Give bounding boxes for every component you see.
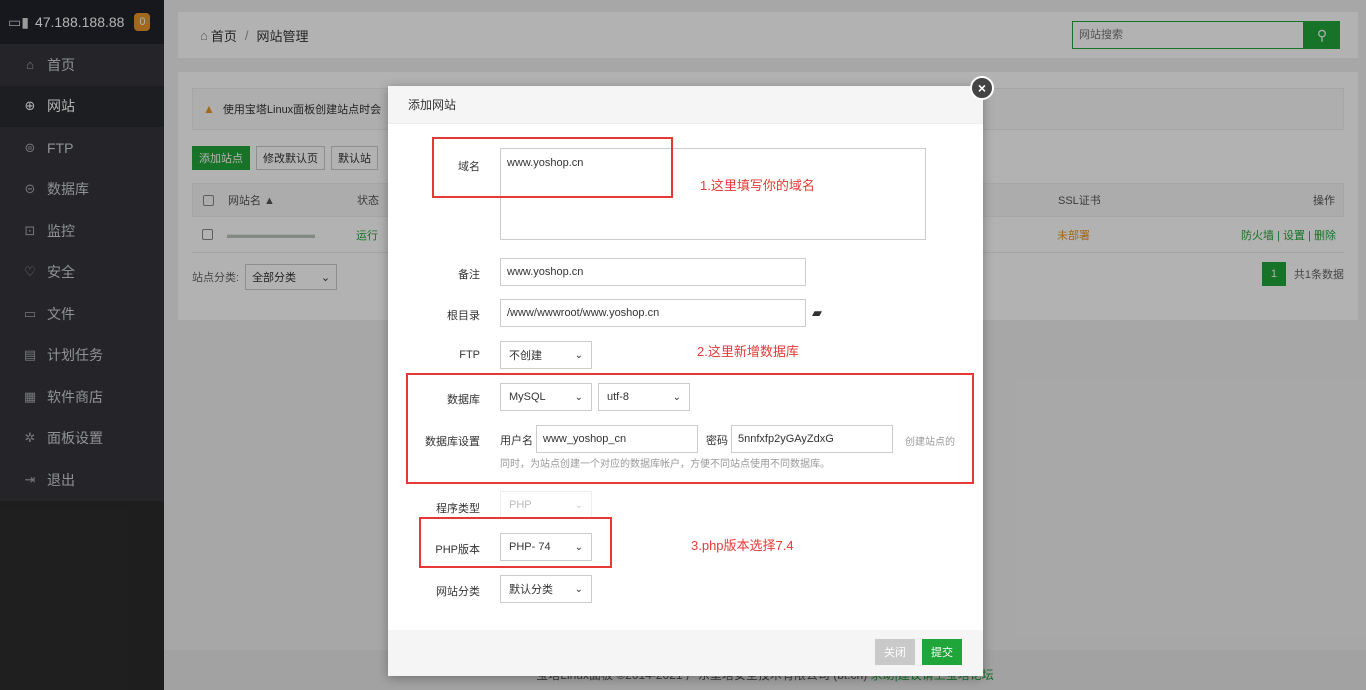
remark-input[interactable]: www.yoshop.cn — [500, 258, 806, 286]
chevron-down-icon: ⌄ — [574, 349, 583, 361]
annotation-box-php — [419, 517, 612, 568]
root-dir-label: 根目录 — [447, 310, 480, 322]
chevron-down-icon: ⌄ — [574, 499, 583, 511]
folder-open-icon[interactable]: ▰ — [812, 305, 822, 321]
site-category-label: 网站分类 — [436, 586, 480, 598]
chevron-down-icon: ⌄ — [574, 583, 583, 595]
annotation-note-1: 1.这里填写你的域名 — [700, 178, 815, 193]
program-type-select: PHP ⌄ — [500, 491, 592, 519]
close-button[interactable]: 关闭 — [875, 639, 915, 665]
program-type-value: PHP — [509, 499, 532, 511]
remark-value: www.yoshop.cn — [507, 266, 584, 278]
remark-label: 备注 — [458, 269, 480, 281]
close-icon[interactable]: × — [970, 76, 994, 100]
site-category-select[interactable]: 默认分类 ⌄ — [500, 575, 592, 603]
annotation-box-database — [406, 373, 974, 484]
annotation-box-domain — [432, 137, 673, 198]
submit-button[interactable]: 提交 — [922, 639, 962, 665]
ftp-label: FTP — [459, 349, 480, 361]
annotation-note-2: 2.这里新增数据库 — [697, 344, 799, 359]
ftp-select[interactable]: 不创建 ⌄ — [500, 341, 592, 369]
program-type-label: 程序类型 — [436, 503, 480, 515]
dialog-footer: 关闭 提交 — [388, 630, 983, 676]
annotation-note-3: 3.php版本选择7.4 — [691, 538, 794, 553]
dialog-title: 添加网站 — [388, 86, 983, 124]
site-category-value: 默认分类 — [509, 584, 553, 596]
ftp-value: 不创建 — [509, 350, 542, 362]
root-dir-input[interactable]: /www/wwwroot/www.yoshop.cn — [500, 299, 806, 327]
root-dir-value: /www/wwwroot/www.yoshop.cn — [507, 307, 660, 319]
